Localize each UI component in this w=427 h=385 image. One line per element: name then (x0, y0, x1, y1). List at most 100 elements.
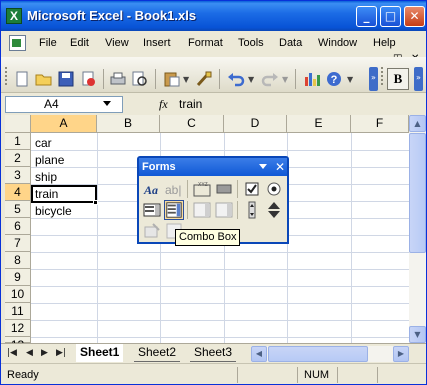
column-header-d[interactable]: D (224, 115, 287, 133)
vertical-scrollbar[interactable]: ▲ ▼ (409, 115, 426, 343)
menu-format[interactable]: Format (188, 37, 223, 49)
row-header-11[interactable]: 11 (5, 303, 31, 320)
column-header-b[interactable]: B (97, 115, 160, 133)
tab-sheet1[interactable]: Sheet1 (76, 344, 124, 362)
label-icon[interactable]: Aa (142, 179, 162, 199)
undo-dropdown-icon[interactable]: ▼ (248, 75, 254, 84)
column-header-c[interactable]: C (160, 115, 224, 133)
format-painter-icon[interactable] (195, 71, 213, 87)
column-header-f[interactable]: F (351, 115, 409, 133)
scroll-right-button[interactable]: ▶ (393, 346, 409, 362)
option-button-icon[interactable] (264, 179, 284, 199)
row-header-1[interactable]: 1 (5, 133, 31, 150)
edit-box-icon[interactable]: ab| (164, 179, 184, 199)
scroll-up-button[interactable]: ▲ (409, 115, 426, 132)
column-header-e[interactable]: E (287, 115, 351, 133)
scroll-bar-icon[interactable] (242, 200, 262, 220)
gridline (351, 133, 352, 343)
row-header-6[interactable]: 6 (5, 218, 31, 235)
close-button[interactable]: ✕ (404, 6, 425, 27)
minimize-button[interactable]: _ (356, 6, 377, 27)
undo-icon[interactable] (227, 71, 245, 87)
next-sheet-icon[interactable]: ▶ (41, 348, 48, 358)
combination-list-edit-icon[interactable] (192, 200, 212, 220)
check-box-icon[interactable] (242, 179, 262, 199)
menu-window[interactable]: Window (318, 37, 357, 49)
first-sheet-icon[interactable]: |◀ (7, 348, 17, 358)
combo-box-icon[interactable] (164, 200, 184, 220)
help-icon[interactable]: ? (325, 71, 343, 87)
spinner-icon[interactable] (264, 200, 284, 220)
cell-a2[interactable]: plane (35, 153, 64, 167)
permission-icon[interactable] (79, 71, 97, 87)
group-box-icon[interactable]: XYZ (192, 179, 212, 199)
menu-file[interactable]: File (39, 37, 57, 49)
cell-a3[interactable]: ship (35, 170, 57, 184)
workbook-icon[interactable] (9, 35, 26, 51)
menu-data[interactable]: Data (279, 37, 302, 49)
row-header-12[interactable]: 12 (5, 320, 31, 337)
bold-button[interactable]: B (387, 68, 409, 90)
name-box-dropdown-icon[interactable] (103, 101, 111, 106)
row-header-9[interactable]: 9 (5, 269, 31, 286)
tab-sheet3[interactable]: Sheet3 (190, 344, 237, 362)
menu-help[interactable]: Help (373, 37, 396, 49)
new-icon[interactable] (13, 71, 31, 87)
gridline (31, 150, 409, 151)
close-icon[interactable]: ✕ (275, 159, 285, 175)
prev-sheet-icon[interactable]: ◀ (26, 348, 33, 358)
toolbar-grip[interactable] (5, 67, 8, 85)
insert-function-icon[interactable]: fx (159, 97, 168, 112)
toolbar-overflow-icon[interactable]: » (414, 67, 423, 91)
cell-a5[interactable]: bicycle (35, 204, 72, 218)
select-all-corner[interactable] (5, 115, 31, 133)
row-header-5[interactable]: 5 (5, 201, 31, 218)
horizontal-scroll-thumb[interactable] (268, 346, 368, 362)
button-icon[interactable] (214, 179, 234, 199)
toolbar-separator (237, 180, 238, 198)
row-header-2[interactable]: 2 (5, 150, 31, 167)
horizontal-scrollbar[interactable]: ◀ ▶ (251, 346, 409, 362)
fill-handle[interactable] (93, 200, 98, 205)
tab-sheet2[interactable]: Sheet2 (134, 344, 181, 362)
svg-text:XYZ: XYZ (198, 182, 208, 188)
menu-edit[interactable]: Edit (70, 37, 89, 49)
paste-icon[interactable] (163, 71, 181, 87)
menu-view[interactable]: View (105, 37, 129, 49)
print-preview-icon[interactable] (131, 71, 149, 87)
toolbar-options-icon[interactable] (259, 164, 267, 169)
menu-tools[interactable]: Tools (238, 37, 264, 49)
row-header-8[interactable]: 8 (5, 252, 31, 269)
toolbar-options-icon[interactable]: ▼ (347, 75, 353, 84)
toolbar-overflow-icon[interactable]: » (369, 67, 378, 91)
redo-icon[interactable] (261, 71, 279, 87)
menu-insert[interactable]: Insert (143, 37, 171, 49)
gridline (31, 337, 409, 338)
column-header-a[interactable]: A (31, 115, 97, 133)
num-lock-indicator: NUM (304, 369, 330, 381)
control-properties-icon[interactable] (142, 221, 162, 241)
cell-a1[interactable]: car (35, 136, 52, 150)
maximize-button[interactable]: □ (380, 6, 401, 27)
chart-wizard-icon[interactable] (303, 71, 321, 87)
row-header-3[interactable]: 3 (5, 167, 31, 184)
list-box-icon[interactable] (142, 200, 162, 220)
vertical-scroll-thumb[interactable] (409, 133, 426, 253)
formula-input[interactable]: train (179, 97, 202, 111)
combination-drop-down-edit-icon[interactable] (214, 200, 234, 220)
paste-dropdown-icon[interactable]: ▼ (183, 75, 189, 84)
tooltip: Combo Box (175, 229, 241, 246)
row-header-10[interactable]: 10 (5, 286, 31, 303)
title-bar[interactable]: X Microsoft Excel - Book1.xls _ □ ✕ (1, 1, 426, 31)
redo-dropdown-icon[interactable]: ▼ (282, 75, 288, 84)
print-icon[interactable] (109, 71, 127, 87)
save-icon[interactable] (57, 71, 75, 87)
scroll-left-button[interactable]: ◀ (251, 346, 267, 362)
open-icon[interactable] (35, 71, 53, 87)
toolbar-grip[interactable] (381, 67, 384, 85)
row-header-7[interactable]: 7 (5, 235, 31, 252)
row-header-4[interactable]: 4 (5, 184, 31, 201)
scroll-down-button[interactable]: ▼ (409, 326, 426, 343)
excel-app-icon[interactable]: X (6, 8, 22, 24)
last-sheet-icon[interactable]: ▶| (56, 348, 66, 358)
